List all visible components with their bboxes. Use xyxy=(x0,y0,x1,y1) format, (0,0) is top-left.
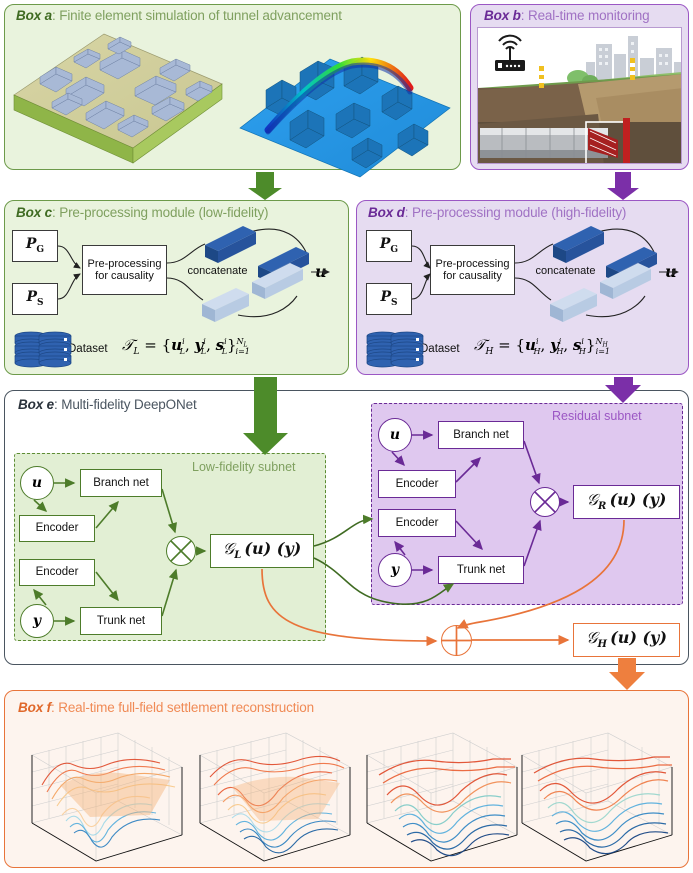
box-c-input-pg: PG xyxy=(12,230,58,262)
pg-symbol-high: P xyxy=(379,236,391,253)
box-b-label: Real-time monitoring xyxy=(527,8,650,23)
box-d-label: Pre-processing module (high-fidelity) xyxy=(411,205,627,220)
arrow-box-b-to-box-d xyxy=(607,172,639,200)
box-a-panel xyxy=(4,4,461,170)
box-f-title: Box f: Real-time full-field settlement r… xyxy=(18,700,314,715)
low-encoder-bottom-label: Encoder xyxy=(35,566,79,579)
ps-symbol: P xyxy=(26,289,38,306)
ps-subscript: S xyxy=(37,297,44,308)
gr-symbol: 𝒢 xyxy=(586,490,599,510)
residual-trunk-net: Trunk net xyxy=(438,556,524,584)
pg-symbol: P xyxy=(25,236,37,253)
pg-subscript: G xyxy=(36,244,45,255)
box-c-preprocessing-block: Pre-processing for causality xyxy=(82,245,167,295)
residual-subnet-text: Residual subnet xyxy=(552,409,642,423)
gl-symbol: 𝒢 xyxy=(222,539,235,559)
tl-sub: L xyxy=(133,347,140,357)
box-e-tag: Box e xyxy=(18,397,55,412)
box-c-title: Box c: Pre-processing module (low-fideli… xyxy=(16,205,269,220)
box-c-concatenate-label-wrap: concatenate xyxy=(170,265,265,283)
gl-args: (u) (y) xyxy=(244,539,302,559)
low-output-GL: 𝒢L (u) (y) xyxy=(210,534,314,568)
final-output-GH: 𝒢H (u) (y) xyxy=(573,623,680,657)
residual-output-GR: 𝒢R (u) (y) xyxy=(573,485,680,519)
tl-eq: = xyxy=(144,336,157,354)
box-d-preprocessing-block: Pre-processing for causality xyxy=(430,245,515,295)
box-b-tag: Box b xyxy=(484,8,521,23)
low-trunk-net: Trunk net xyxy=(80,607,162,635)
residual-encoder-bottom: Encoder xyxy=(378,509,456,537)
box-d-concatenate-label: concatenate xyxy=(535,265,596,277)
box-d-output-u: u xyxy=(665,262,677,281)
box-f-panel xyxy=(4,690,689,868)
low-branch-label: Branch net xyxy=(93,476,149,489)
residual-encoder-bottom-label: Encoder xyxy=(395,516,439,529)
low-multiply-operator xyxy=(166,536,196,566)
box-d-dataset-label: Dataset xyxy=(420,343,460,355)
gh-args: (u) (y) xyxy=(610,628,667,648)
box-c-dataset-formula: 𝒯L = {uiL, yiL, siL}NLi=1 xyxy=(122,336,250,357)
low-input-y: y xyxy=(20,604,54,638)
gr-sub: R xyxy=(598,501,607,513)
box-d-dataset-text: Dataset xyxy=(420,343,460,355)
low-subnet-text: Low-fidelity subnet xyxy=(192,460,296,474)
box-f-tag: Box f xyxy=(18,700,52,715)
low-encoder-top: Encoder xyxy=(19,515,95,542)
residual-subnet-label: Residual subnet xyxy=(552,409,642,423)
pg-subscript-high: G xyxy=(390,244,399,255)
th-sub: H xyxy=(485,347,494,357)
residual-branch-label: Branch net xyxy=(453,428,509,441)
gr-args: (u) (y) xyxy=(609,490,667,510)
box-f-label: Real-time full-field settlement reconstr… xyxy=(58,700,314,715)
low-encoder-top-label: Encoder xyxy=(35,522,79,535)
arrow-box-a-to-box-c xyxy=(248,172,282,200)
residual-multiply-operator xyxy=(530,487,560,517)
box-d-preprocessing-label: Pre-processing for causality xyxy=(435,257,510,282)
box-c-output-u: u xyxy=(315,262,327,281)
residual-encoder-top-label: Encoder xyxy=(395,477,439,490)
box-c-tag: Box c xyxy=(16,205,53,220)
box-d-concatenate-label-wrap: concatenate xyxy=(518,265,613,283)
residual-trunk-label: Trunk net xyxy=(456,563,506,576)
residual-encoder-top: Encoder xyxy=(378,470,456,498)
box-d-dataset-formula: 𝒯H = {uiH, yiH, siH}NHi=1 xyxy=(474,336,611,357)
low-fidelity-subnet-label: Low-fidelity subnet xyxy=(192,460,296,474)
sum-operator xyxy=(441,625,472,656)
box-a-tag: Box a xyxy=(16,8,53,23)
box-a-label: Finite element simulation of tunnel adva… xyxy=(59,8,342,23)
box-b-illustration xyxy=(477,27,682,164)
residual-input-y: y xyxy=(378,553,412,587)
box-c-dataset-label: Dataset xyxy=(68,343,108,355)
tl-symbol: 𝒯 xyxy=(122,336,134,354)
box-d-title: Box d: Pre-processing module (high-fidel… xyxy=(368,205,626,220)
ps-symbol-high: P xyxy=(380,289,392,306)
low-input-u: u xyxy=(20,466,54,500)
low-branch-net: Branch net xyxy=(80,469,162,497)
residual-input-u: u xyxy=(378,418,412,452)
box-d-input-ps: PS xyxy=(366,283,412,315)
low-trunk-label: Trunk net xyxy=(96,614,146,627)
box-e-label: Multi-fidelity DeepONet xyxy=(61,397,197,412)
box-e-title: Box e: Multi-fidelity DeepONet xyxy=(18,397,197,412)
box-d-input-pg: PG xyxy=(366,230,412,262)
gl-sub: L xyxy=(234,550,242,562)
box-c-input-ps: PS xyxy=(12,283,58,315)
th-symbol: 𝒯 xyxy=(474,336,486,354)
ps-subscript-high: S xyxy=(391,297,398,308)
gh-symbol: 𝒢 xyxy=(586,628,598,648)
box-a-title: Box a: Finite element simulation of tunn… xyxy=(16,8,342,23)
box-c-dataset-text: Dataset xyxy=(68,343,108,355)
box-c-preprocessing-label: Pre-processing for causality xyxy=(87,257,162,282)
figure-root: Box a: Finite element simulation of tunn… xyxy=(0,0,693,873)
box-c-concatenate-label: concatenate xyxy=(187,265,248,277)
low-encoder-bottom: Encoder xyxy=(19,559,95,586)
residual-branch-net: Branch net xyxy=(438,421,524,449)
box-d-sep: : xyxy=(404,205,412,220)
box-d-tag: Box d xyxy=(368,205,405,220)
th-eq: = xyxy=(498,336,511,354)
box-b-title: Box b: Real-time monitoring xyxy=(484,8,650,23)
gh-sub: H xyxy=(597,639,607,651)
box-b-sep: : xyxy=(520,8,528,23)
box-c-label: Pre-processing module (low-fidelity) xyxy=(59,205,269,220)
